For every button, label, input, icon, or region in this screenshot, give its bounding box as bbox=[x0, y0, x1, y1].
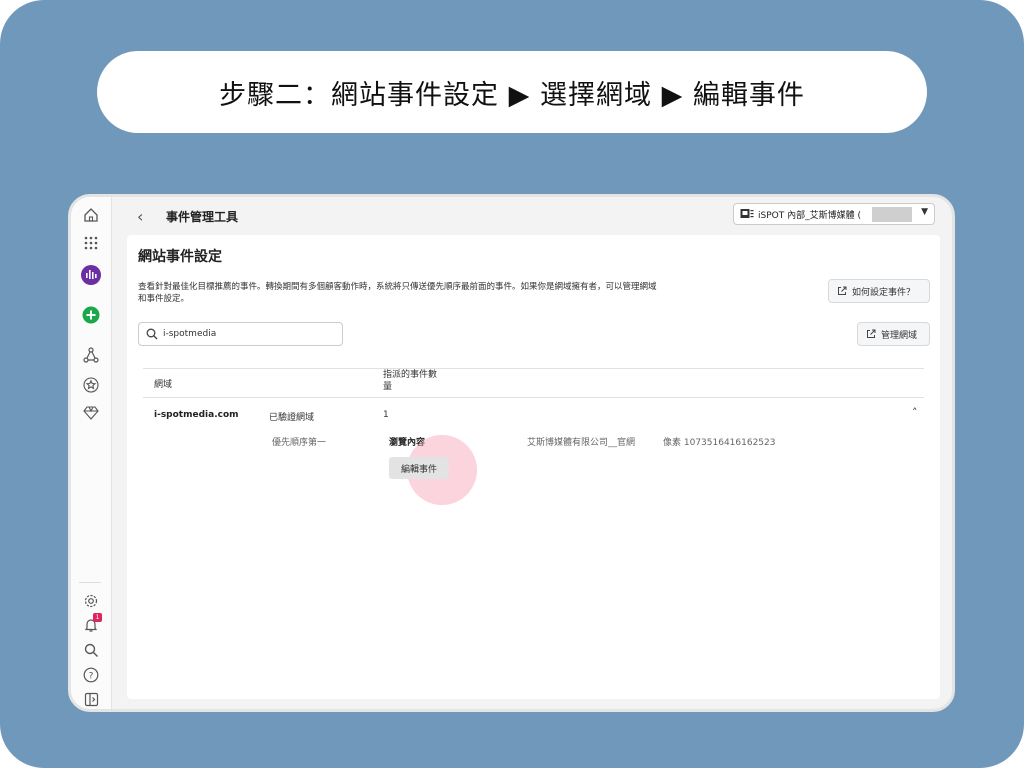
manage-domains-button[interactable]: 管理網域 bbox=[857, 322, 930, 346]
main-panel: 網站事件設定 查看針對最佳化目標推薦的事件。轉換期間有多個顧客動作時，系統將只傳… bbox=[127, 235, 940, 699]
grid-menu-icon[interactable] bbox=[81, 233, 101, 253]
external-link-icon bbox=[838, 286, 847, 295]
search-value: i-spotmedia bbox=[163, 329, 217, 339]
verification-status: 已驗證網域 bbox=[269, 413, 315, 423]
add-icon[interactable] bbox=[81, 305, 101, 325]
account-selector[interactable]: iSPOT 內部_艾斯博媒體 ( ▼ bbox=[733, 203, 935, 225]
left-sidebar: 1 ? bbox=[71, 197, 112, 709]
background-canvas: 步驟二：網站事件設定 ▶ 選擇網域 ▶ 編輯事件 1 ? ‹ 事件管理工具 iS… bbox=[0, 0, 1024, 768]
notification-badge: 1 bbox=[93, 613, 102, 622]
events-manager-icon[interactable] bbox=[81, 265, 101, 285]
banner-text: 步驟二：網站事件設定 ▶ 選擇網域 ▶ 編輯事件 bbox=[219, 79, 805, 111]
redacted-block bbox=[872, 207, 912, 222]
table-header-border bbox=[143, 397, 924, 398]
priority-label: 優先順序第一 bbox=[272, 438, 327, 448]
collapse-panel-icon[interactable] bbox=[81, 689, 101, 709]
connections-icon[interactable] bbox=[81, 345, 101, 365]
how-to-setup-events-button[interactable]: 如何設定事件？ bbox=[828, 279, 930, 303]
help-icon[interactable]: ? bbox=[81, 665, 101, 685]
screenshot-frame: 1 ? ‹ 事件管理工具 iSPOT 內部_艾斯博媒體 ( ▼ 網站事件設定 查… bbox=[68, 194, 955, 712]
company-name: 艾斯博媒體有限公司__官網 bbox=[527, 438, 636, 448]
column-header-event-count: 指派的事件數量 bbox=[383, 370, 438, 392]
collapse-chevron-icon[interactable]: ˄ bbox=[912, 406, 918, 419]
column-header-domain: 網域 bbox=[154, 380, 173, 390]
table-top-border bbox=[143, 368, 924, 369]
event-count: 1 bbox=[383, 410, 389, 420]
diamond-icon[interactable] bbox=[81, 403, 101, 423]
search-icon[interactable] bbox=[81, 640, 101, 660]
sidebar-divider bbox=[79, 582, 101, 583]
back-chevron-icon[interactable]: ‹ bbox=[137, 207, 143, 226]
star-icon[interactable] bbox=[81, 375, 101, 395]
dropdown-caret-icon: ▼ bbox=[921, 207, 928, 217]
search-magnifier-icon bbox=[146, 328, 158, 340]
search-input[interactable]: i-spotmedia bbox=[138, 322, 343, 346]
svg-text:?: ? bbox=[89, 672, 94, 682]
settings-gear-icon[interactable] bbox=[81, 591, 101, 611]
account-name: iSPOT 內部_艾斯博媒體 ( bbox=[758, 210, 861, 221]
external-link-icon bbox=[867, 329, 876, 338]
how-to-button-label: 如何設定事件？ bbox=[852, 287, 916, 298]
home-icon[interactable] bbox=[81, 205, 101, 225]
manage-domains-label: 管理網域 bbox=[881, 330, 918, 341]
app-title: 事件管理工具 bbox=[166, 210, 239, 224]
domain-name: i-spotmedia.com bbox=[154, 410, 239, 420]
pixel-id: 像素 1073516416162523 bbox=[663, 438, 776, 448]
page-title: 網站事件設定 bbox=[138, 249, 222, 265]
step-banner: 步驟二：網站事件設定 ▶ 選擇網域 ▶ 編輯事件 bbox=[97, 51, 927, 133]
business-account-icon bbox=[740, 209, 754, 218]
edit-event-button[interactable]: 編輯事件 bbox=[389, 457, 449, 479]
top-bar: ‹ 事件管理工具 iSPOT 內部_艾斯博媒體 ( ▼ bbox=[111, 197, 952, 235]
page-description: 查看針對最佳化目標推薦的事件。轉換期間有多個顧客動作時，系統將只傳送優先順序最前… bbox=[138, 282, 657, 304]
notifications-bell-icon[interactable]: 1 bbox=[81, 613, 102, 635]
